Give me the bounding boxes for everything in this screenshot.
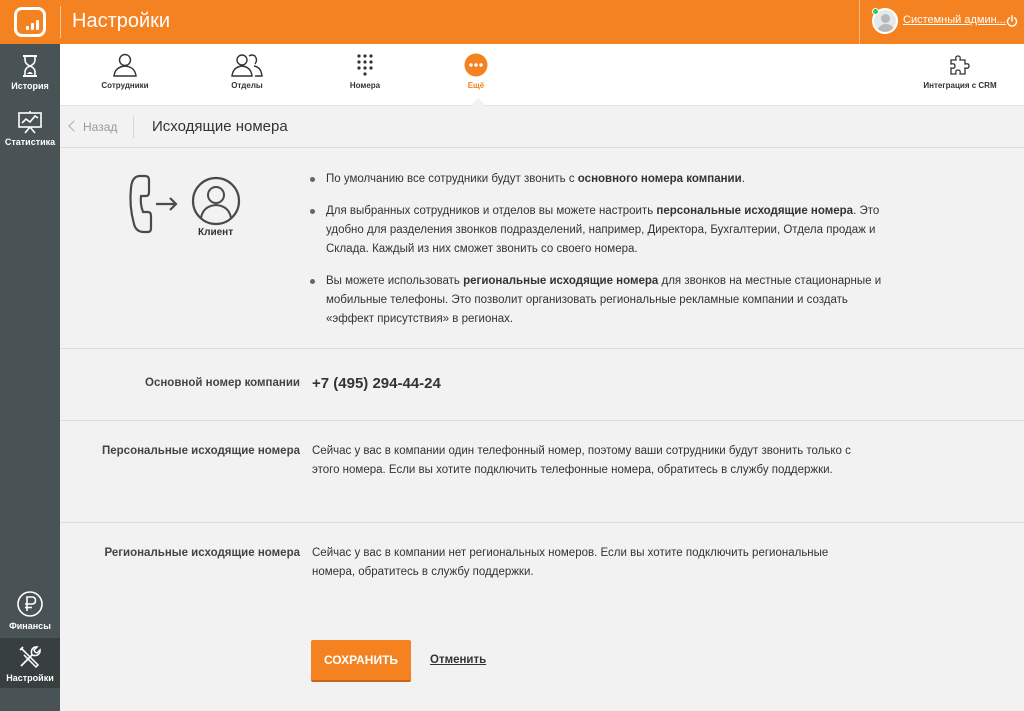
info-bullet: Для выбранных сотрудников и отделов вы м… [310,202,890,259]
back-button[interactable]: Назад [68,120,118,134]
tab-more[interactable]: Ещё [441,44,511,106]
top-bar: Настройки Системный админ... [0,0,1024,44]
info-bullet: Вы можете использовать региональные исхо… [310,272,890,329]
page-header-title: Настройки [72,10,171,32]
tab-label: Отделы [231,81,263,90]
chevron-left-icon [68,120,80,132]
personal-numbers-label: Персональные исходящие номера [102,445,300,457]
tab-employees[interactable]: Сотрудники [90,44,160,106]
tab-label: Сотрудники [101,81,149,90]
user-divider [859,0,860,44]
keypad-icon [357,54,373,76]
user-icon [113,53,137,77]
user-name-link[interactable]: Системный админ... [903,14,1006,26]
section-divider [60,348,1024,349]
personal-numbers-text: Сейчас у вас в компании один телефонный … [312,445,851,476]
main-number-label: Основной номер компании [145,377,300,389]
regional-numbers-label: Региональные исходящие номера [104,547,300,559]
tools-icon [19,646,41,669]
header-divider [60,6,61,38]
sidebar-item-label: Статистика [4,137,56,147]
settings-tabs: Сотрудники Отделы Номера Ещё Интеграция … [60,44,1024,106]
more-icon [464,53,488,77]
phone-handset-icon [129,174,153,234]
sidebar-item-label: Настройки [6,673,54,683]
main-number-value: +7 (495) 294-44-24 [312,375,441,392]
cancel-link[interactable]: Отменить [430,654,486,666]
sidebar-item-finance[interactable]: Финансы [0,590,60,631]
hourglass-icon [23,55,37,77]
subheader-divider [133,116,134,138]
tab-label: Интеграция с CRM [923,81,997,90]
subheader: Назад Исходящие номера [60,106,1024,148]
sidebar-item-label: История [11,81,49,91]
page-title: Исходящие номера [152,118,288,135]
users-icon [231,54,263,77]
client-label: Клиент [198,227,234,238]
power-icon[interactable] [1006,15,1018,27]
info-bullet: По умолчанию все сотрудники будут звонит… [310,170,890,189]
sidebar: История Статистика Финансы Настройки [0,44,60,711]
tab-departments[interactable]: Отделы [212,44,282,106]
tab-label: Ещё [467,81,485,90]
tab-numbers[interactable]: Номера [330,44,400,106]
sidebar-item-settings[interactable]: Настройки [0,638,60,688]
app-logo-icon[interactable] [14,7,46,37]
section-divider [60,420,1024,421]
back-label: Назад [83,120,118,134]
chart-board-icon [18,111,42,134]
main-content: Клиент По умолчанию все сотрудники будут… [60,148,1024,711]
tab-label: Номера [349,81,381,90]
ruble-icon [17,591,43,617]
info-bullet-list: По умолчанию все сотрудники будут звонит… [310,170,890,342]
sidebar-item-label: Финансы [9,621,51,631]
section-divider [60,522,1024,523]
save-button[interactable]: СОХРАНИТЬ [311,640,411,680]
sidebar-item-history[interactable]: История [0,54,60,91]
online-status-dot [872,8,879,15]
active-tab-indicator [470,98,486,106]
regional-numbers-text: Сейчас у вас в компании нет региональных… [312,547,829,578]
tab-crm-integration[interactable]: Интеграция с CRM [915,44,1005,106]
sidebar-item-statistics[interactable]: Статистика [0,110,60,147]
puzzle-icon [950,55,970,75]
